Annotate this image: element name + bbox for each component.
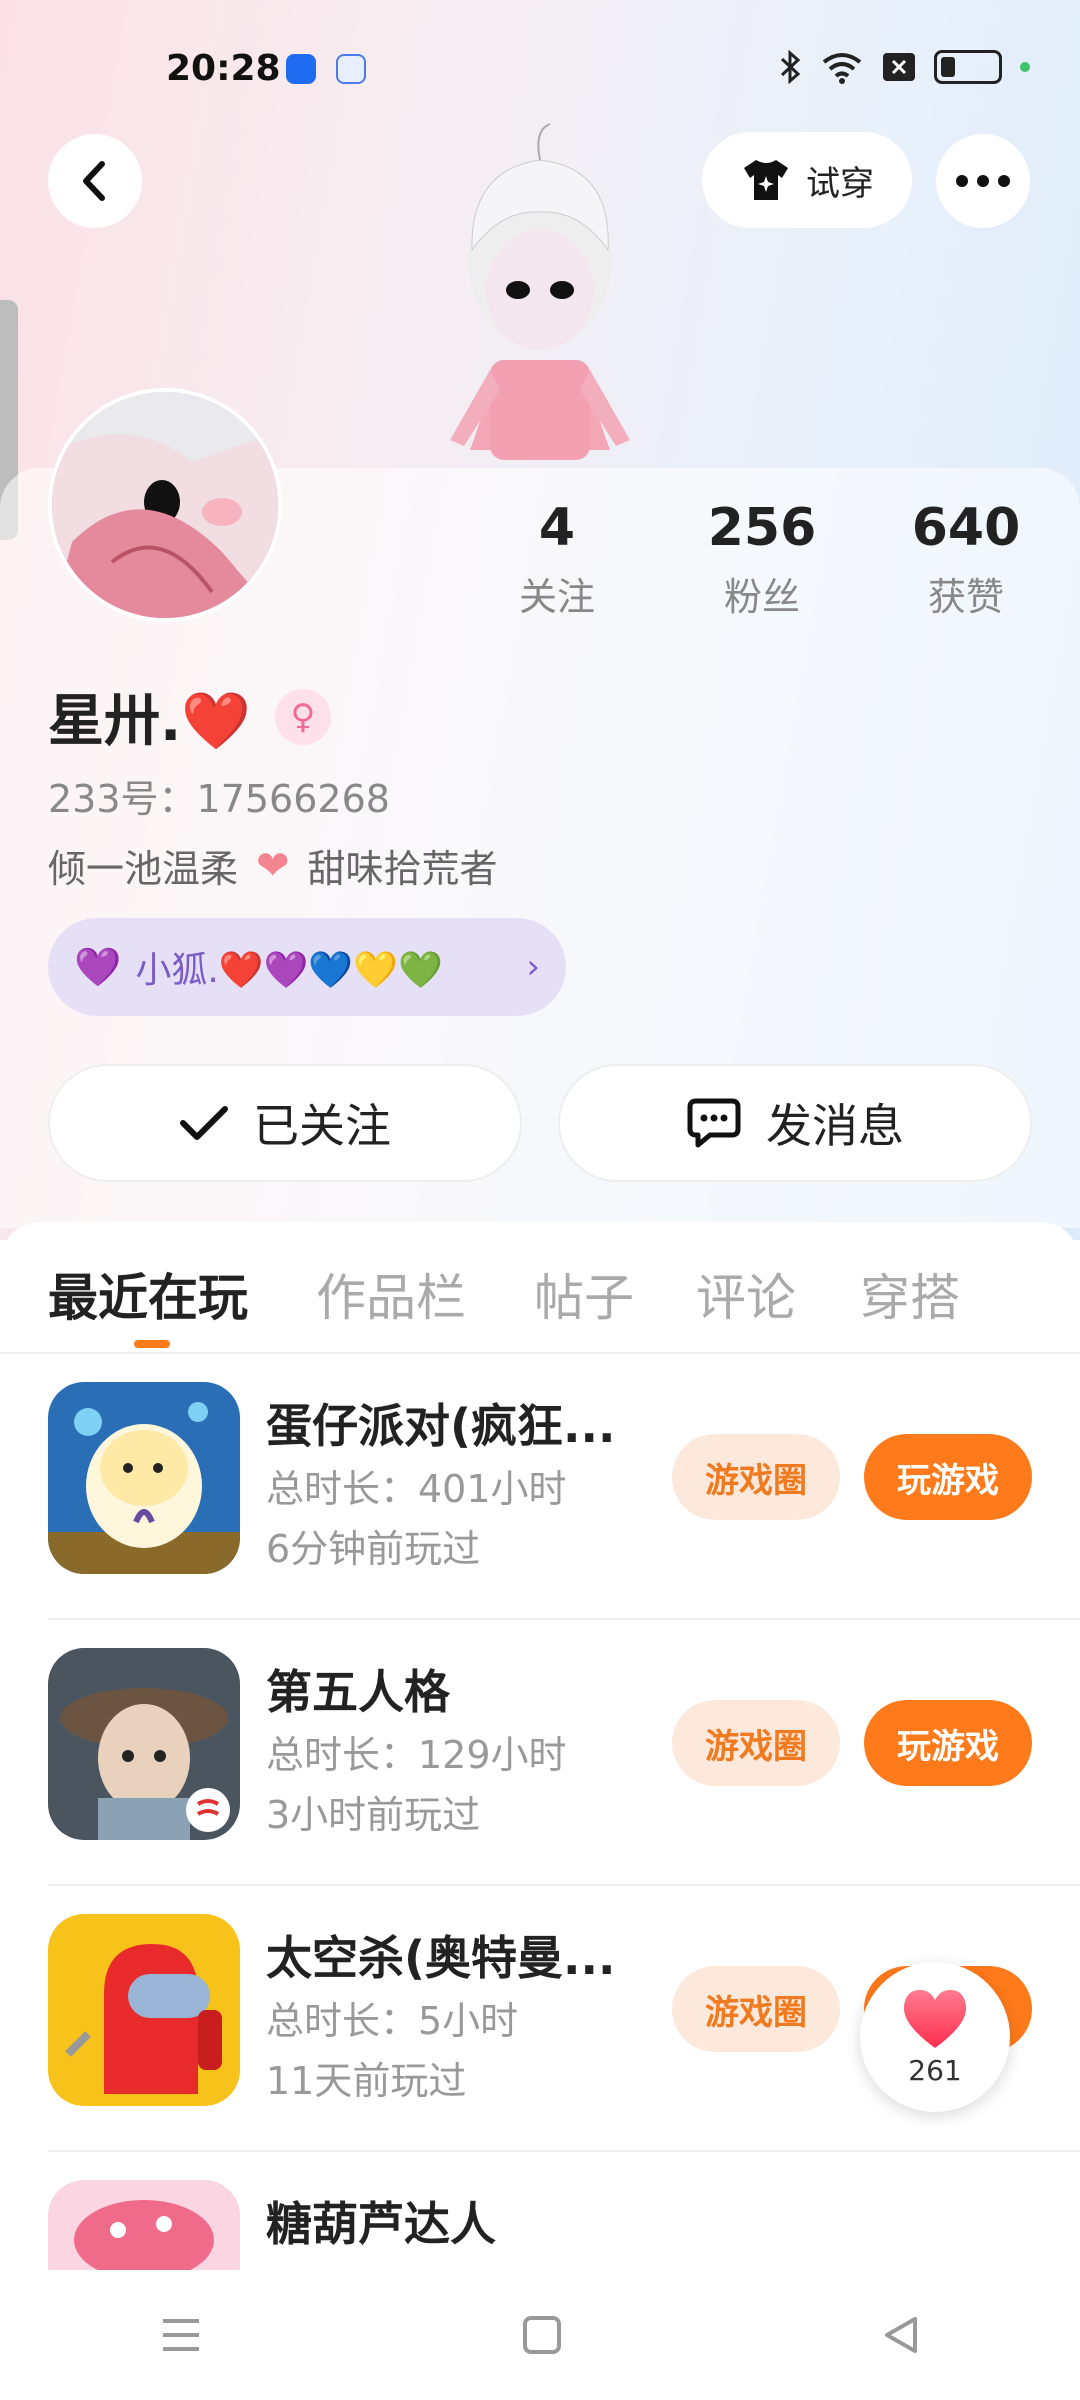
avatar-image xyxy=(52,392,278,618)
battery-icon xyxy=(934,50,1002,84)
floating-like-button[interactable]: 261 xyxy=(860,1962,1010,2112)
status-time: 20:28 xyxy=(166,48,281,89)
tshirt-icon xyxy=(744,160,788,200)
back-triangle-icon[interactable] xyxy=(881,2315,921,2355)
game-icon-identity-v xyxy=(48,1648,240,1840)
tab-outfits[interactable]: 穿搭 xyxy=(860,1258,960,1330)
bluetooth-icon xyxy=(780,50,801,84)
stat-value: 640 xyxy=(911,498,1021,558)
game-item[interactable]: 糖葫芦达人 xyxy=(48,2150,1080,2270)
play-game-button[interactable]: 玩游戏 xyxy=(864,1700,1032,1786)
back-button[interactable] xyxy=(48,134,142,228)
tab-comments[interactable]: 评论 xyxy=(696,1258,796,1330)
tab-recent-play[interactable]: 最近在玩 xyxy=(48,1258,248,1330)
stat-label: 关注 xyxy=(518,575,595,619)
bio-left: 倾一池温柔 xyxy=(48,847,239,891)
like-count: 261 xyxy=(908,2053,962,2087)
game-icon-eggy-party xyxy=(48,1382,240,1574)
stat-label: 粉丝 xyxy=(723,575,800,619)
game-last-played: 6分钟前玩过 xyxy=(266,1527,481,1571)
try-on-label: 试穿 xyxy=(806,163,874,204)
game-last-played: 11天前玩过 xyxy=(266,2059,467,2103)
close-box-icon xyxy=(883,53,915,81)
game-duration: 总时长：129小时 xyxy=(266,1733,567,1777)
game-icon-candied-haws xyxy=(48,2180,240,2270)
game-duration: 总时长：401小时 xyxy=(266,1467,567,1511)
try-on-button[interactable]: 试穿 xyxy=(702,132,912,228)
heart-icon: ❤ xyxy=(256,842,290,889)
bio-right: 甜味拾荒者 xyxy=(307,847,498,891)
game-circle-button[interactable]: 游戏圈 xyxy=(672,1700,840,1786)
game-circle-button[interactable]: 游戏圈 xyxy=(672,1966,840,2052)
play-game-button[interactable]: 玩游戏 xyxy=(864,1434,1032,1520)
fox-tag[interactable]: 💜 小狐.❤️💜💙💛💚 › xyxy=(48,918,566,1016)
game-name: 第五人格 xyxy=(266,1665,450,1719)
followed-label: 已关注 xyxy=(253,1099,391,1153)
chevron-right-icon: › xyxy=(526,947,540,987)
followed-button[interactable]: 已关注 xyxy=(48,1064,522,1182)
avatar[interactable] xyxy=(48,388,282,622)
tab-bar: 最近在玩 作品栏 帖子 评论 穿搭 xyxy=(0,1222,1080,1354)
stat-value: 4 xyxy=(538,498,576,558)
game-name: 糖葫芦达人 xyxy=(266,2197,496,2251)
home-square-icon[interactable] xyxy=(522,2315,562,2355)
bio: 倾一池温柔 ❤ 甜味拾荒者 xyxy=(48,838,498,893)
more-horiz-icon xyxy=(956,175,1010,187)
avatar-character-figure xyxy=(450,123,630,460)
app-blue-icon xyxy=(286,54,316,84)
check-icon xyxy=(180,1106,228,1140)
message-button[interactable]: 发消息 xyxy=(558,1064,1032,1182)
game-duration: 总时长：5小时 xyxy=(266,1999,519,2043)
message-label: 发消息 xyxy=(766,1099,904,1153)
game-last-played: 3小时前玩过 xyxy=(266,1793,481,1837)
female-gender-icon: ♀ xyxy=(275,688,331,745)
stat-followers[interactable]: 256 粉丝 xyxy=(682,498,842,621)
more-button[interactable] xyxy=(936,134,1030,228)
tab-works[interactable]: 作品栏 xyxy=(316,1258,466,1330)
fox-tag-label: 小狐.❤️💜💙💛💚 xyxy=(135,950,443,991)
tab-posts[interactable]: 帖子 xyxy=(534,1258,634,1330)
user-id: 233号：17566268 xyxy=(48,777,390,821)
stat-following[interactable]: 4 关注 xyxy=(477,498,637,621)
wifi-icon xyxy=(822,53,862,84)
green-dot-icon xyxy=(1020,62,1030,72)
chevron-left-icon xyxy=(83,161,105,201)
content-panel: 最近在玩 作品栏 帖子 评论 穿搭 蛋仔派对(疯狂... 总时长：401小时 6… xyxy=(0,1222,1080,2270)
stat-value: 256 xyxy=(707,498,817,558)
purple-heart-icon: 💜 xyxy=(74,944,122,989)
game-circle-button[interactable]: 游戏圈 xyxy=(672,1434,840,1520)
game-icon-space-kill xyxy=(48,1914,240,2106)
tab-indicator xyxy=(134,1340,170,1348)
nickname: 星卅.❤️ xyxy=(48,689,251,754)
game-item[interactable]: 蛋仔派对(疯狂... 总时长：401小时 6分钟前玩过 游戏圈 玩游戏 xyxy=(48,1352,1080,1620)
chat-bubble-icon xyxy=(687,1098,741,1148)
game-name: 蛋仔派对(疯狂... xyxy=(266,1399,616,1453)
stat-likes[interactable]: 640 获赞 xyxy=(886,498,1046,621)
app-grid-icon xyxy=(336,54,366,84)
menu-icon[interactable] xyxy=(159,2315,203,2355)
system-nav-bar xyxy=(0,2270,1080,2400)
profile-nickname-row: 星卅.❤️ ♀ xyxy=(48,676,331,757)
game-name: 太空杀(奥特曼... xyxy=(266,1931,616,1985)
stat-label: 获赞 xyxy=(927,575,1004,619)
heart-icon xyxy=(903,1989,967,2048)
game-item[interactable]: 第五人格 总时长：129小时 3小时前玩过 游戏圈 玩游戏 xyxy=(48,1618,1080,1886)
